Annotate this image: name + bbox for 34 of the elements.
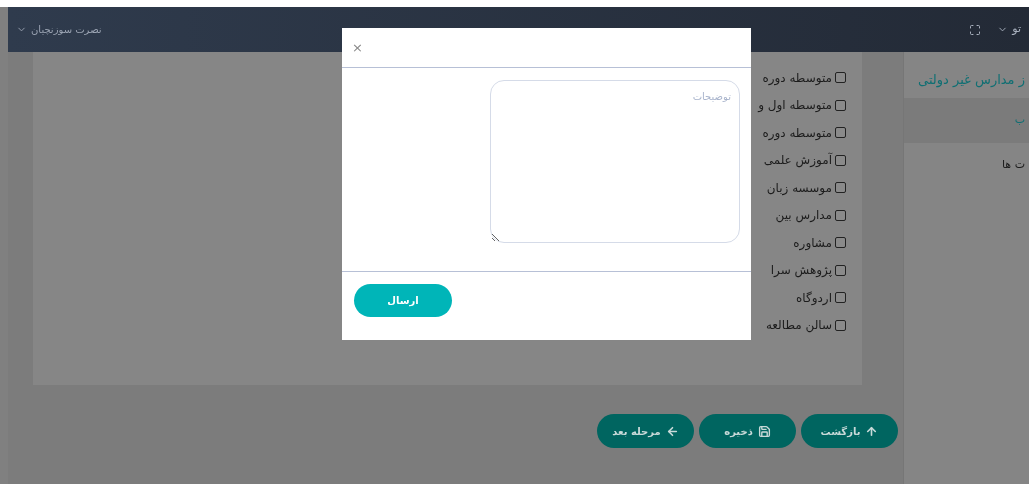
checkbox-label: پژوهش سرا bbox=[770, 262, 832, 280]
arrow-up-icon bbox=[865, 424, 879, 438]
checkbox-label: متوسطه دوره bbox=[762, 69, 832, 87]
checkbox[interactable] bbox=[835, 292, 846, 304]
user-menu[interactable]: نصرت سوزنچیان bbox=[16, 22, 102, 37]
save-icon bbox=[757, 424, 771, 438]
checkbox[interactable] bbox=[835, 99, 846, 111]
checkbox-label: آموزش علمی bbox=[763, 151, 832, 170]
checkbox[interactable] bbox=[835, 182, 846, 194]
arrow-left-icon bbox=[665, 424, 679, 438]
action-button[interactable]: ذخیره bbox=[699, 414, 796, 448]
checkbox[interactable] bbox=[835, 72, 846, 84]
sidebar-item[interactable]: ت ها bbox=[904, 142, 1029, 188]
sidebar-title: ز مدارس غیر دولتی bbox=[917, 71, 1026, 90]
checkbox[interactable] bbox=[835, 209, 846, 221]
checkbox-label: متوسطه اول و bbox=[758, 97, 832, 115]
menu-dropdown[interactable]: تو bbox=[997, 21, 1021, 38]
checkbox[interactable] bbox=[835, 319, 846, 331]
action-button[interactable]: بازگشت bbox=[801, 414, 898, 448]
close-button[interactable]: × bbox=[352, 41, 363, 54]
action-button[interactable]: مرحله بعد bbox=[597, 414, 694, 448]
submit-button[interactable]: ارسال bbox=[354, 284, 452, 317]
checkbox-label: مشاوره bbox=[793, 234, 832, 252]
description-field[interactable]: توضیحات bbox=[490, 80, 740, 243]
checkbox[interactable] bbox=[835, 127, 846, 139]
checkbox-label: مدارس بین bbox=[775, 207, 832, 225]
checkbox[interactable] bbox=[835, 264, 846, 276]
checkbox[interactable] bbox=[835, 154, 846, 166]
checkbox-label: سالن مطالعه bbox=[765, 317, 832, 335]
checkbox-label: اردوگاه bbox=[796, 289, 832, 307]
checkbox[interactable] bbox=[835, 237, 846, 249]
checkbox-label: موسسه زبان bbox=[766, 179, 832, 197]
fullscreen-icon[interactable] bbox=[969, 23, 982, 36]
checkbox-label: متوسطه دوره bbox=[762, 124, 832, 142]
